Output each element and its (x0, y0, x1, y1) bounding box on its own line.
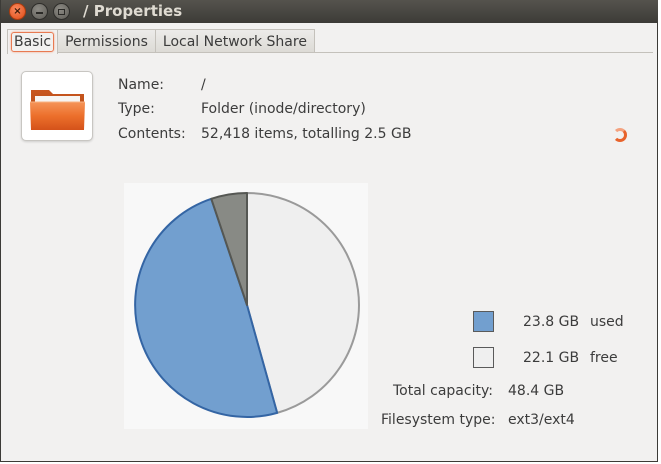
tab-permissions-label: Permissions (65, 34, 148, 50)
used-label: used (590, 314, 624, 330)
free-value: 22.1 GB (523, 350, 580, 366)
total-capacity-value: 48.4 GB (508, 383, 565, 399)
properties-window: × / Properties Basic Permissions Local N… (0, 0, 658, 462)
basic-tab-panel: Name: / Type: Folder (inode/directory) C… (7, 52, 653, 456)
type-label: Type: (118, 101, 155, 117)
tab-local-network-share[interactable]: Local Network Share (154, 29, 315, 53)
folder-icon-button[interactable] (21, 71, 93, 141)
minimize-icon (36, 12, 43, 14)
title-bar: × / Properties (1, 0, 658, 23)
close-window-button[interactable]: × (9, 3, 26, 20)
contents-label: Contents: (118, 126, 186, 142)
usage-pie-panel (124, 183, 368, 429)
contents-value: 52,418 items, totalling 2.5 GB (201, 126, 412, 142)
maximize-window-button[interactable] (53, 3, 70, 20)
window-title: / Properties (83, 2, 183, 20)
tab-bar: Basic Permissions Local Network Share (7, 29, 315, 54)
total-capacity-label: Total capacity: (393, 383, 493, 399)
name-label: Name: (118, 77, 165, 93)
folder-icon (30, 90, 85, 130)
close-icon: × (13, 5, 22, 17)
used-value: 23.8 GB (523, 314, 580, 330)
used-legend-swatch (473, 311, 494, 332)
tab-local-network-share-label: Local Network Share (162, 34, 307, 50)
loading-spinner-icon (613, 128, 627, 142)
filesystem-type-label: Filesystem type: (381, 412, 496, 428)
tab-permissions[interactable]: Permissions (57, 29, 156, 53)
free-label: free (590, 350, 618, 366)
type-value: Folder (inode/directory) (201, 101, 366, 117)
name-value: / (201, 77, 206, 93)
free-legend-swatch (473, 347, 494, 368)
maximize-icon (58, 8, 65, 15)
tab-basic[interactable]: Basic (7, 29, 59, 54)
filesystem-type-value: ext3/ext4 (508, 412, 575, 428)
usage-pie-chart (134, 192, 360, 418)
minimize-window-button[interactable] (31, 3, 48, 20)
tab-basic-label: Basic (11, 32, 55, 52)
